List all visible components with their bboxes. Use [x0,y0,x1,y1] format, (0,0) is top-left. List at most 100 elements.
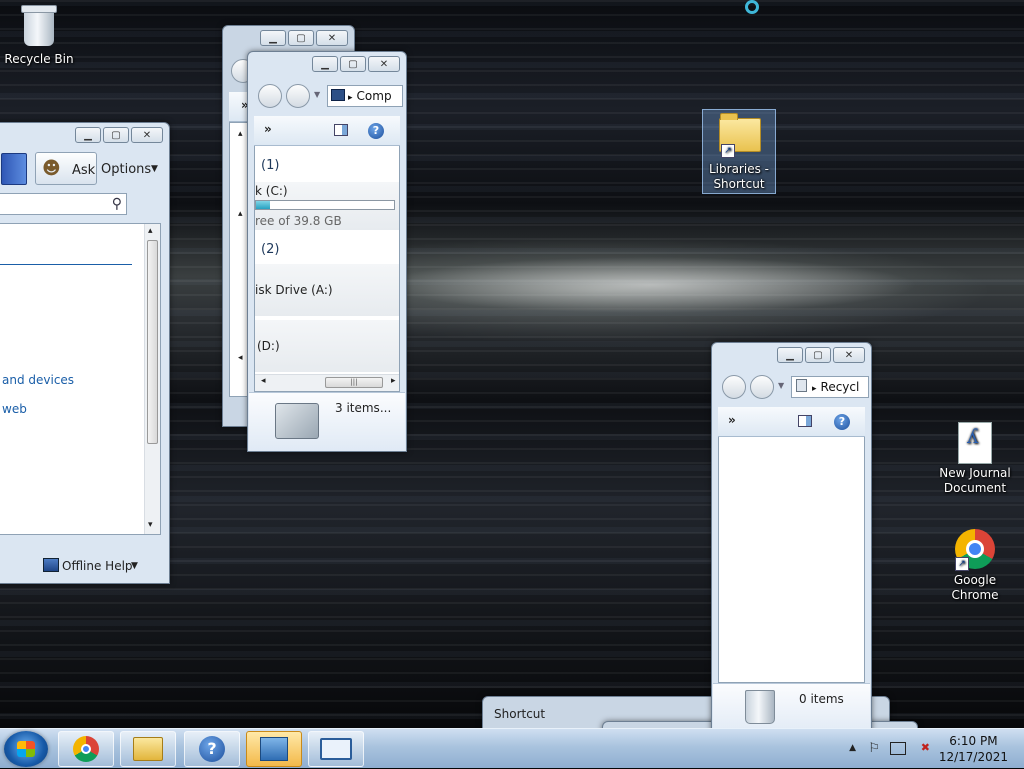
scroll-down-arrow[interactable]: ▾ [148,520,153,530]
address-text: Recycl [820,380,860,394]
run-window-icon [320,738,352,760]
help-link-web[interactable]: web [2,402,27,416]
minimize-button[interactable]: ▁ [260,30,286,46]
close-button[interactable]: ✕ [833,347,865,363]
preview-pane-icon[interactable] [798,415,812,427]
drive-c-tile[interactable]: k (C:) ree of 39.8 GB [255,182,399,230]
floppy-drive-tile[interactable]: isk Drive (A:) [255,264,399,316]
back-button[interactable] [722,375,746,399]
people-icon: ☻ [42,158,61,179]
preview-pane-icon[interactable] [334,124,348,136]
recycle-bin-empty-icon [745,690,775,724]
scroll-left-arrow[interactable]: ◂ [261,376,266,386]
close-button[interactable]: ✕ [368,56,400,72]
help-icon[interactable]: ? [368,123,384,139]
desktop-icon-journal-document[interactable]: ʎ New Journal Document [937,422,1013,496]
address-bar[interactable]: ▸ Comp [327,85,403,107]
scroll-right-arrow[interactable]: ▸ [391,376,396,386]
taskbar-run-button[interactable] [308,731,364,767]
action-center-flag-icon[interactable]: ⚐ [868,741,880,756]
offline-help-button[interactable]: Offline Help [62,559,133,573]
close-button[interactable]: ✕ [131,127,163,143]
item-count: 3 items... [335,401,392,415]
journal-document-icon: ʎ [955,422,995,464]
expand-arrow-icon[interactable]: ▴ [238,209,243,219]
clock-date: 12/17/2021 [938,750,1008,764]
desktop-icon-libraries-shortcut[interactable]: ↗ Libraries - Shortcut [702,109,776,194]
desktop-icon-recycle-bin[interactable]: Recycle Bin [2,5,76,67]
close-button[interactable]: ✕ [316,30,348,46]
address-bar[interactable]: ▸ Recycl [791,376,869,398]
help-support-window[interactable]: ▁ ▢ ✕ ☻ Ask Options ▼ ⚲ and devices web … [0,122,170,584]
group-header-hard-disks[interactable]: (1) [261,158,279,173]
desktop-icon-google-chrome[interactable]: ↗ Google Chrome [937,529,1013,603]
clock-time: 6:10 PM [949,734,998,748]
recycle-bin-content-pane[interactable] [718,437,865,683]
forward-button[interactable] [750,375,774,399]
more-commands-chevron[interactable]: » [264,122,272,136]
scroll-up-arrow[interactable]: ▴ [148,226,153,236]
help-content-pane: and devices web ▴ ▾ [0,223,161,535]
drive-c-free-space: ree of 39.8 GB [255,214,342,228]
group-header-removable[interactable]: (2) [261,242,279,257]
options-dropdown-icon: ▼ [151,164,158,174]
breadcrumb-arrow-icon[interactable]: ▸ [812,384,817,394]
recent-pages-dropdown-icon[interactable]: ▼ [778,381,784,390]
help-icon[interactable]: ? [834,414,850,430]
back-button[interactable] [258,84,282,108]
desktop-icon-label: Recycle Bin [4,52,74,66]
maximize-button[interactable]: ▢ [340,56,366,72]
expand-arrow-icon[interactable]: ▴ [238,129,243,139]
recent-pages-dropdown-icon[interactable]: ▼ [314,90,320,99]
drive-d-tile[interactable]: (D:) [255,320,399,372]
network-icon[interactable] [890,742,906,755]
help-link-devices[interactable]: and devices [2,373,74,387]
browse-help-icon[interactable] [1,153,27,185]
computer-window[interactable]: ▁ ▢ ✕ ▼ ▸ Comp » ? (1) k (C:) ree of 39.8… [247,51,407,452]
minimize-button[interactable]: ▁ [312,56,338,72]
scroll-left-arrow[interactable]: ◂ [238,353,243,363]
taskbar-chrome-button[interactable] [58,731,114,767]
desktop-icon-label: New Journal Document [939,466,1011,495]
recycle-bin-window[interactable]: ▁ ▢ ✕ ▼ ▸ Recycl » ? 0 items [711,342,872,728]
busy-cursor-icon [745,0,759,14]
chrome-icon [73,736,99,762]
start-button[interactable] [4,731,48,767]
ask-button[interactable]: ☻ Ask [35,152,97,185]
control-panel-icon [260,737,288,761]
taskbar-help-button[interactable]: ? [184,731,240,767]
window-controls: ▁ ▢ ✕ [312,56,400,72]
breadcrumb-arrow-icon[interactable]: ▸ [348,93,353,103]
taskbar-explorer-button[interactable] [120,731,176,767]
offline-help-icon [43,558,59,572]
volume-muted-icon[interactable]: ✖ [921,741,930,754]
more-commands-chevron[interactable]: » [728,413,736,427]
maximize-button[interactable]: ▢ [805,347,831,363]
system-clock[interactable]: 6:10 PM 12/17/2021 [939,733,1008,765]
maximize-button[interactable]: ▢ [288,30,314,46]
offline-help-dropdown-icon: ▼ [131,561,138,571]
search-icon[interactable]: ⚲ [112,196,122,212]
minimize-button[interactable]: ▁ [777,347,803,363]
shortcut-arrow-icon: ↗ [955,557,969,571]
options-menu[interactable]: Options [101,162,151,177]
drives-icon [275,403,319,439]
search-help-input[interactable]: ⚲ [0,193,127,215]
recycle-bin-icon [19,5,59,48]
divider [0,264,132,265]
scroll-thumb[interactable]: ||| [325,377,383,388]
horizontal-scrollbar[interactable]: ◂ ||| ▸ [255,374,399,391]
taskbar-control-panel-button[interactable] [246,731,302,767]
chrome-icon: ↗ [955,529,995,571]
maximize-button[interactable]: ▢ [103,127,129,143]
vertical-scrollbar[interactable]: ▴ ▾ [144,224,160,534]
desktop: Recycle Bin ↗ Libraries - Shortcut ʎ New… [0,0,1024,728]
drive-c-usage-bar [255,200,395,210]
show-hidden-icons-button[interactable]: ▲ [849,743,856,753]
floppy-drive-label: isk Drive (A:) [255,283,333,297]
scroll-thumb[interactable] [147,240,158,444]
forward-button[interactable] [286,84,310,108]
minimize-button[interactable]: ▁ [75,127,101,143]
libraries-folder-icon: ↗ [719,113,761,158]
details-pane: 3 items... [249,392,405,451]
